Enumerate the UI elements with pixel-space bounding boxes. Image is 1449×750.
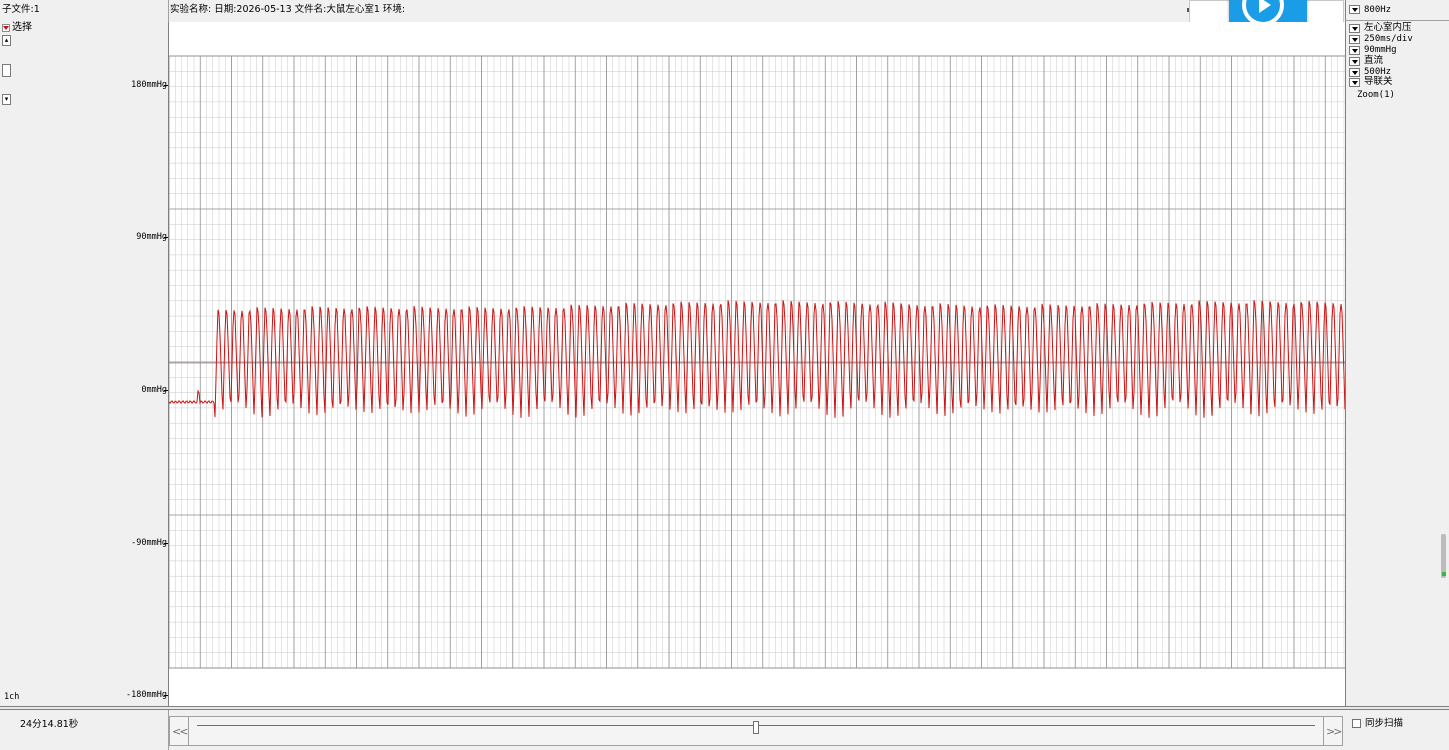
channel-name-label: 左心室内压 (1364, 22, 1412, 33)
zoom-label: Zoom(1) (1357, 90, 1395, 100)
right-scroll-indicator (1442, 572, 1446, 576)
lead-label: 导联关 (1364, 76, 1393, 87)
scroll-right-button[interactable]: >> (1323, 716, 1343, 746)
time-scale-label: 250ms/div (1364, 34, 1413, 44)
time-scale-dropdown[interactable] (1349, 35, 1360, 44)
scroll-left-label: << (172, 725, 189, 738)
time-display: 24分14.81秒 (20, 719, 79, 730)
ytick-neg180 (164, 695, 168, 696)
y-label-90: 90mmHg (136, 232, 167, 242)
ytick-90 (164, 237, 168, 238)
right-panel (1345, 0, 1449, 706)
y-label-neg180: -180mmHg (126, 690, 167, 700)
sync-scan-label: 同步扫描 (1365, 718, 1404, 729)
filter-dropdown[interactable] (1349, 68, 1360, 77)
y-label-neg90: -90mmHg (131, 538, 167, 548)
ytick-neg90 (164, 543, 168, 544)
timeline-track[interactable] (189, 716, 1323, 746)
subfile-label: 子文件:1 (2, 4, 40, 15)
experiment-info: 实验名称: 日期:2026-05-13 文件名:大鼠左心室1 环境: (170, 4, 406, 15)
top-divider-left (168, 0, 169, 22)
scroll-down-button[interactable]: ▾ (2, 94, 11, 105)
ytick-0 (164, 390, 168, 391)
coupling-label: 直流 (1364, 55, 1384, 66)
y-label-180: 180mmHg (131, 80, 167, 90)
scroll-up-button[interactable]: ▴ (2, 35, 11, 46)
overlay-mark (1187, 8, 1189, 12)
scroll-left-button[interactable]: << (169, 716, 189, 746)
waveform-canvas (169, 55, 1345, 669)
right-divider (1345, 20, 1449, 21)
gain-dropdown[interactable] (1349, 46, 1360, 55)
lead-dropdown[interactable] (1349, 78, 1360, 87)
ytick-180 (164, 85, 168, 86)
channel-name-dropdown[interactable] (1349, 24, 1360, 33)
sample-rate-dropdown[interactable] (1349, 5, 1360, 14)
select-label: 选择 (12, 22, 32, 33)
scroll-right-label: >> (1326, 725, 1343, 738)
timeline-thumb[interactable] (753, 721, 759, 734)
sync-scan-checkbox[interactable] (1352, 719, 1361, 728)
left-panel (0, 22, 169, 706)
channel-label: 1ch (4, 692, 20, 702)
scroll-thumb[interactable] (2, 64, 11, 77)
sample-rate-label: 800Hz (1364, 5, 1392, 15)
gain-label: 90mmHg (1364, 45, 1397, 55)
waveform-area[interactable] (169, 22, 1345, 706)
select-checkbox[interactable] (2, 24, 10, 32)
coupling-dropdown[interactable] (1349, 57, 1360, 66)
